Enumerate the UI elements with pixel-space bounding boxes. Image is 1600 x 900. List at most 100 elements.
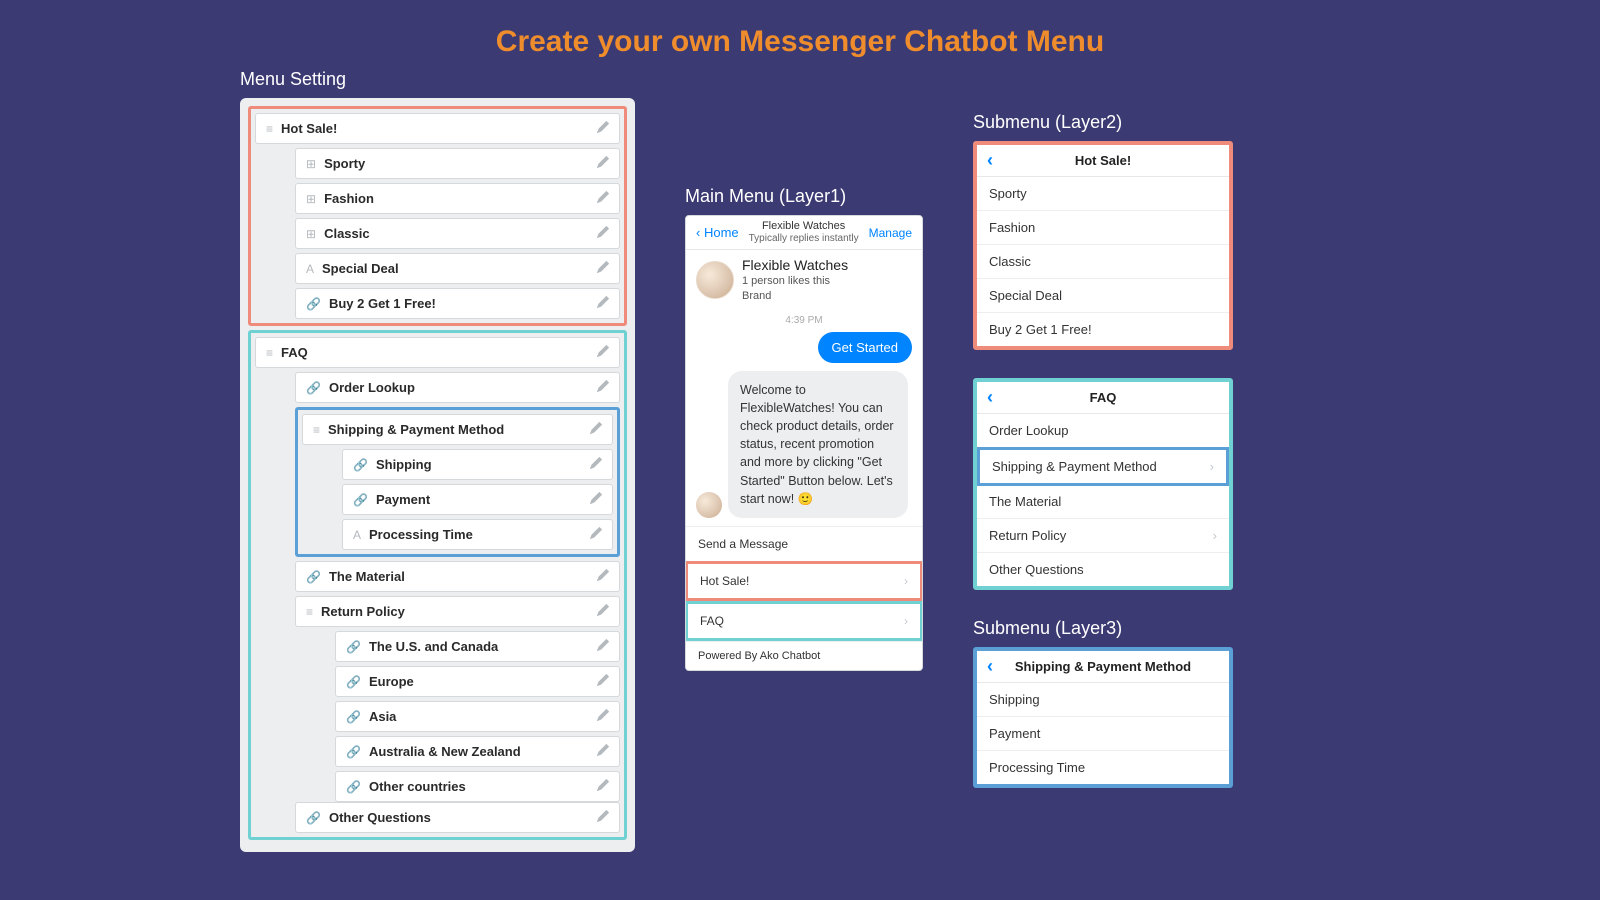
menu-item-shipping[interactable]: 🔗Shipping	[342, 449, 613, 480]
link-icon[interactable]: 🔗	[346, 675, 361, 689]
manage-link[interactable]: Manage	[869, 226, 912, 240]
submenu-item[interactable]: Fashion	[977, 211, 1229, 245]
edit-icon[interactable]	[597, 604, 609, 619]
menu-setting-panel: ≡ Hot Sale! ⊞Sporty ⊞Fashion ⊞Classic AS…	[240, 98, 635, 852]
menu-item-label: Hot Sale!	[281, 121, 597, 136]
drag-handle-icon[interactable]: ≡	[313, 423, 320, 437]
menu-item-special-deal[interactable]: ASpecial Deal	[295, 253, 620, 284]
submenu-layer2-label: Submenu (Layer2)	[973, 112, 1233, 133]
menu-item-europe[interactable]: 🔗Europe	[335, 666, 620, 697]
drag-handle-icon[interactable]: ⊞	[306, 227, 316, 241]
submenu-item[interactable]: The Material	[977, 485, 1229, 519]
edit-icon[interactable]	[597, 709, 609, 724]
submenu-item[interactable]: Payment	[977, 717, 1229, 751]
drag-handle-icon[interactable]: ⊞	[306, 157, 316, 171]
menu-item-label: Return Policy	[321, 604, 597, 619]
edit-icon[interactable]	[597, 569, 609, 584]
menu-item-buy2[interactable]: 🔗Buy 2 Get 1 Free!	[295, 288, 620, 319]
drag-handle-icon[interactable]: A	[306, 262, 314, 276]
link-icon[interactable]: 🔗	[346, 780, 361, 794]
menu-item-asia[interactable]: 🔗Asia	[335, 701, 620, 732]
menu-item-us-canada[interactable]: 🔗 The U.S. and Canada	[335, 631, 620, 662]
back-icon[interactable]: ‹	[987, 150, 993, 171]
edit-icon[interactable]	[597, 226, 609, 241]
submenu-item[interactable]: Sporty	[977, 177, 1229, 211]
link-icon[interactable]: 🔗	[306, 570, 321, 584]
link-icon[interactable]: 🔗	[353, 458, 368, 472]
menu-option-faq[interactable]: FAQ›	[685, 601, 923, 641]
menu-item-faq[interactable]: ≡FAQ	[255, 337, 620, 368]
edit-icon[interactable]	[597, 380, 609, 395]
link-icon[interactable]: 🔗	[346, 710, 361, 724]
edit-icon[interactable]	[597, 639, 609, 654]
edit-icon[interactable]	[597, 156, 609, 171]
menu-item-material[interactable]: 🔗The Material	[295, 561, 620, 592]
submenu-item[interactable]: Buy 2 Get 1 Free!	[977, 313, 1229, 346]
edit-icon[interactable]	[597, 674, 609, 689]
link-icon[interactable]: 🔗	[306, 381, 321, 395]
menu-item-label: Shipping & Payment Method	[328, 422, 590, 437]
submenu-item[interactable]: Special Deal	[977, 279, 1229, 313]
back-icon[interactable]: ‹	[987, 387, 993, 408]
edit-icon[interactable]	[597, 810, 609, 825]
menu-item-classic[interactable]: ⊞ Classic	[295, 218, 620, 249]
edit-icon[interactable]	[590, 422, 602, 437]
edit-icon[interactable]	[590, 492, 602, 507]
edit-icon[interactable]	[590, 527, 602, 542]
page-title: Create your own Messenger Chatbot Menu	[0, 0, 1600, 69]
edit-icon[interactable]	[597, 191, 609, 206]
submenu-title: Shipping & Payment Method	[987, 659, 1219, 674]
menu-item-shipping-payment[interactable]: ≡ Shipping & Payment Method	[302, 414, 613, 445]
main-menu-label: Main Menu (Layer1)	[685, 186, 923, 207]
submenu-item[interactable]: Processing Time	[977, 751, 1229, 784]
menu-item-other-countries[interactable]: 🔗Other countries	[335, 771, 620, 802]
drag-handle-icon[interactable]: ≡	[266, 122, 273, 136]
submenu-item-shipping-payment[interactable]: Shipping & Payment Method›	[977, 447, 1229, 486]
edit-icon[interactable]	[597, 296, 609, 311]
get-started-bubble[interactable]: Get Started	[818, 332, 912, 363]
back-home-link[interactable]: ‹ Home	[696, 225, 739, 240]
link-icon[interactable]: 🔗	[346, 745, 361, 759]
menu-item-order-lookup[interactable]: 🔗Order Lookup	[295, 372, 620, 403]
edit-icon[interactable]	[597, 744, 609, 759]
chevron-right-icon: ›	[904, 574, 908, 588]
menu-item-other-questions[interactable]: 🔗 Other Questions	[295, 802, 620, 833]
chevron-right-icon: ›	[1213, 528, 1217, 543]
menu-item-label: The U.S. and Canada	[369, 639, 597, 654]
edit-icon[interactable]	[597, 261, 609, 276]
link-icon[interactable]: 🔗	[306, 297, 321, 311]
menu-item-processing[interactable]: AProcessing Time	[342, 519, 613, 550]
menu-item-label: Classic	[324, 226, 597, 241]
edit-icon[interactable]	[597, 121, 609, 136]
drag-handle-icon[interactable]: ≡	[266, 346, 273, 360]
edit-icon[interactable]	[590, 457, 602, 472]
link-icon[interactable]: 🔗	[306, 811, 321, 825]
option-label: Hot Sale!	[700, 574, 749, 588]
submenu-item[interactable]: Return Policy ›	[977, 519, 1229, 553]
send-message-input[interactable]: Send a Message	[686, 526, 922, 561]
menu-item-return-policy[interactable]: ≡ Return Policy	[295, 596, 620, 627]
menu-item-payment[interactable]: 🔗Payment	[342, 484, 613, 515]
edit-icon[interactable]	[597, 779, 609, 794]
drag-handle-icon[interactable]: A	[353, 528, 361, 542]
drag-handle-icon[interactable]: ⊞	[306, 192, 316, 206]
menu-item-label: Other Questions	[329, 810, 597, 825]
powered-by[interactable]: Powered By Ako Chatbot	[686, 641, 922, 670]
link-icon[interactable]: 🔗	[346, 640, 361, 654]
link-icon[interactable]: 🔗	[353, 493, 368, 507]
submenu-item[interactable]: Other Questions	[977, 553, 1229, 586]
submenu-item[interactable]: Classic	[977, 245, 1229, 279]
edit-icon[interactable]	[597, 345, 609, 360]
profile-section: Flexible Watches 1 person likes this Bra…	[686, 250, 922, 309]
menu-item-sporty[interactable]: ⊞Sporty	[295, 148, 620, 179]
option-label: FAQ	[700, 614, 724, 628]
submenu-item[interactable]: Shipping	[977, 683, 1229, 717]
item-label: Return Policy	[989, 528, 1066, 543]
menu-item-aus-nz[interactable]: 🔗Australia & New Zealand	[335, 736, 620, 767]
menu-item-fashion[interactable]: ⊞Fashion	[295, 183, 620, 214]
back-icon[interactable]: ‹	[987, 656, 993, 677]
menu-item-hot-sale[interactable]: ≡ Hot Sale!	[255, 113, 620, 144]
menu-option-hot-sale[interactable]: Hot Sale! ›	[685, 561, 923, 601]
submenu-item[interactable]: Order Lookup	[977, 414, 1229, 448]
drag-handle-icon[interactable]: ≡	[306, 605, 313, 619]
